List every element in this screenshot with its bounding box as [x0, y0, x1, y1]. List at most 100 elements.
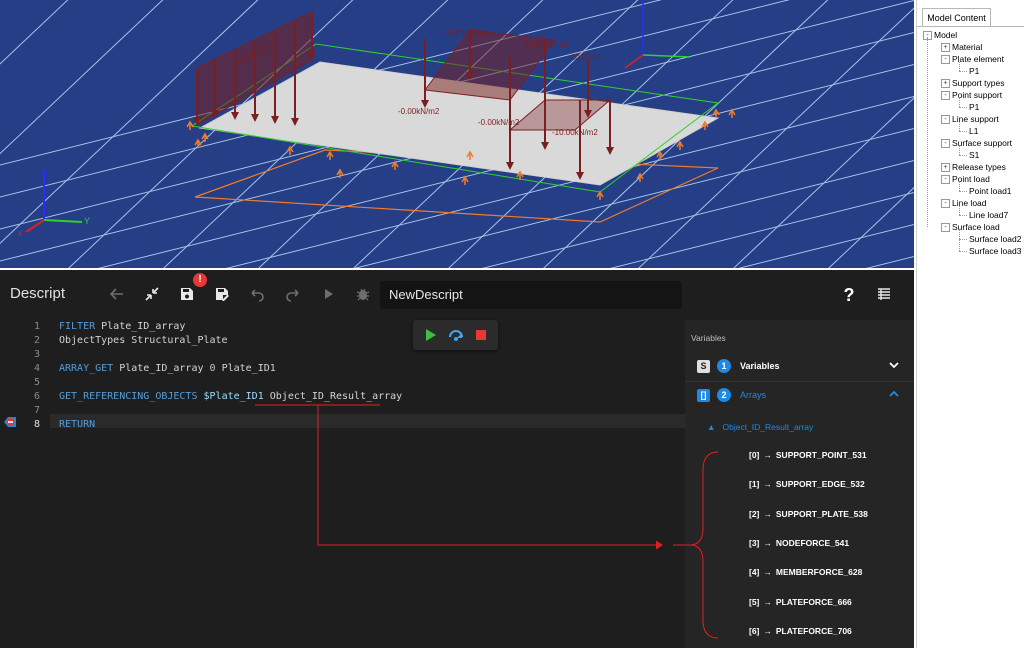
tree-node[interactable]: - Point load: [941, 173, 990, 185]
breakpoint-icon[interactable]: [3, 416, 17, 428]
menu-list-icon[interactable]: [873, 284, 895, 306]
code-line[interactable]: ObjectTypes Structural_Plate: [59, 335, 228, 346]
tree-leaf[interactable]: Point load1: [969, 185, 1012, 197]
tree-leaf[interactable]: Surface load3: [969, 245, 1021, 257]
caret-up-icon: ▲: [707, 422, 716, 432]
unsaved-badge: !: [193, 273, 207, 287]
collapse-toggle-icon[interactable]: -: [941, 55, 950, 65]
array-item[interactable]: [3] → NODEFORCE_541: [749, 538, 849, 548]
viewport-scene: -10.00kN/m2 -10.00kN/m2 -10.00kN/m2 -10.…: [0, 0, 914, 268]
debug-icon[interactable]: [352, 284, 374, 306]
chevron-up-icon[interactable]: [888, 388, 900, 403]
code-line[interactable]: GET_REFERENCING_OBJECTS $Plate_ID1 Objec…: [59, 391, 402, 402]
collapse-toggle-icon[interactable]: -: [941, 139, 950, 149]
undo-icon[interactable]: [246, 284, 268, 306]
collapse-toggle-icon[interactable]: -: [941, 199, 950, 209]
array-item[interactable]: [4] → MEMBERFORCE_628: [749, 567, 862, 577]
code-token: ARRAY_GET: [59, 363, 114, 374]
tree-node[interactable]: - Line support: [941, 113, 999, 125]
expand-toggle-icon[interactable]: +: [941, 163, 950, 173]
line-number: 2: [33, 335, 40, 346]
tree-connector: [959, 107, 967, 108]
run-icon[interactable]: [317, 284, 339, 306]
tree-node[interactable]: - Surface support: [941, 137, 1012, 149]
scalar-variable-icon: S: [697, 360, 710, 373]
section-arrays[interactable]: [] 2 Arrays: [685, 382, 914, 410]
arrays-count-badge: 2: [717, 388, 731, 402]
array-index: [0]: [749, 450, 760, 460]
axis-label-y: Y: [84, 216, 90, 226]
array-item[interactable]: [2] → SUPPORT_PLATE_538: [749, 509, 868, 519]
support-marker: [186, 120, 194, 130]
array-index: [1]: [749, 479, 760, 490]
tree-connector: [959, 206, 960, 215]
section-variables[interactable]: S 1 Variables: [685, 353, 914, 382]
tree-connector: [959, 230, 960, 251]
tree-node[interactable]: - Point support: [941, 89, 1002, 101]
expand-toggle-icon[interactable]: +: [941, 43, 950, 53]
code-line[interactable]: RETURN: [59, 419, 95, 430]
tree-leaf[interactable]: P1: [969, 65, 979, 77]
code-token: Plate_ID1: [215, 363, 276, 374]
code-editor[interactable]: 1 FILTER Plate_ID_array 2 ObjectTypes Struc…: [0, 320, 685, 648]
editor-toolbar: Descript ! NewDescript ?: [0, 270, 914, 320]
load-label: -10.00kN/m2: [522, 40, 568, 49]
tree-node[interactable]: + Support types: [941, 77, 1004, 89]
tree-leaf[interactable]: Surface load2: [969, 233, 1021, 245]
code-token: GET_REFERENCING_OBJECTS: [59, 391, 198, 402]
array-value: SUPPORT_EDGE_532: [775, 479, 865, 490]
back-arrow-icon[interactable]: [106, 284, 128, 306]
save-icon[interactable]: [176, 284, 198, 306]
tree-node[interactable]: - Plate element: [941, 53, 1004, 65]
tree-node[interactable]: + Material: [941, 41, 982, 53]
tree-leaf[interactable]: Line load7: [969, 209, 1008, 221]
help-icon[interactable]: ?: [838, 284, 860, 306]
array-index: [6]: [749, 625, 760, 636]
variables-panel-title: Variables: [691, 333, 726, 343]
tree-leaf[interactable]: L1: [969, 125, 978, 137]
code-line[interactable]: ARRAY_GET Plate_ID_array 0 Plate_ID1: [59, 363, 276, 374]
stop-icon[interactable]: [473, 327, 489, 343]
tree-node[interactable]: - Surface load: [941, 221, 1000, 233]
tree-leaf[interactable]: S1: [969, 149, 979, 161]
variables-panel: Variables S 1 Variables [] 2 Arrays ▲ Ob…: [685, 320, 914, 648]
play-icon[interactable]: [422, 327, 438, 343]
collapse-icon[interactable]: [141, 284, 163, 306]
model-content-panel: Model Content - Model + Material - Plate elem…: [916, 0, 1024, 648]
code-line[interactable]: FILTER Plate_ID_array: [59, 321, 185, 332]
load-label: -0.00kN/m2: [398, 107, 440, 116]
tree-connector: [959, 146, 960, 155]
section-arrays-label: Arrays: [740, 390, 767, 400]
collapse-toggle-icon[interactable]: -: [941, 223, 950, 233]
chevron-down-icon[interactable]: [888, 359, 900, 374]
script-name-field[interactable]: NewDescript: [380, 281, 682, 309]
save-as-icon[interactable]: [211, 284, 233, 306]
collapse-toggle-icon[interactable]: -: [941, 91, 950, 101]
code-token: RETURN: [59, 419, 96, 430]
step-over-icon[interactable]: [448, 327, 464, 343]
3d-viewport[interactable]: -10.00kN/m2 -10.00kN/m2 -10.00kN/m2 -10.…: [0, 0, 914, 268]
array-value: SUPPORT_POINT_531: [775, 450, 867, 460]
line-number: 3: [33, 349, 40, 360]
redo-icon[interactable]: [282, 284, 304, 306]
tree-root-label: Model: [934, 30, 958, 40]
array-item[interactable]: [0] → SUPPORT_POINT_531: [749, 450, 867, 460]
expand-toggle-icon[interactable]: +: [941, 79, 950, 89]
line-number: 5: [33, 377, 40, 388]
array-item[interactable]: [6] → PLATEFORCE_706: [749, 626, 852, 636]
tab-model-content[interactable]: Model Content: [922, 8, 991, 27]
line-number: 4: [33, 363, 40, 374]
axis-line: [624, 54, 644, 69]
tree-leaf-label: P1: [969, 66, 980, 76]
tree-root[interactable]: - Model: [923, 29, 957, 41]
tree-leaf[interactable]: P1: [969, 101, 979, 113]
arrow-right-icon: →: [763, 596, 772, 607]
tree-node[interactable]: + Release types: [941, 161, 1006, 173]
support-marker: [656, 150, 664, 160]
array-header[interactable]: ▲ Object_ID_Result_array: [707, 422, 813, 432]
collapse-toggle-icon[interactable]: -: [941, 115, 950, 125]
tree-node[interactable]: - Line load: [941, 197, 987, 209]
array-item[interactable]: [5] → PLATEFORCE_666: [749, 597, 852, 607]
collapse-toggle-icon[interactable]: -: [941, 175, 950, 185]
array-item[interactable]: [1] → SUPPORT_EDGE_532: [749, 479, 865, 489]
